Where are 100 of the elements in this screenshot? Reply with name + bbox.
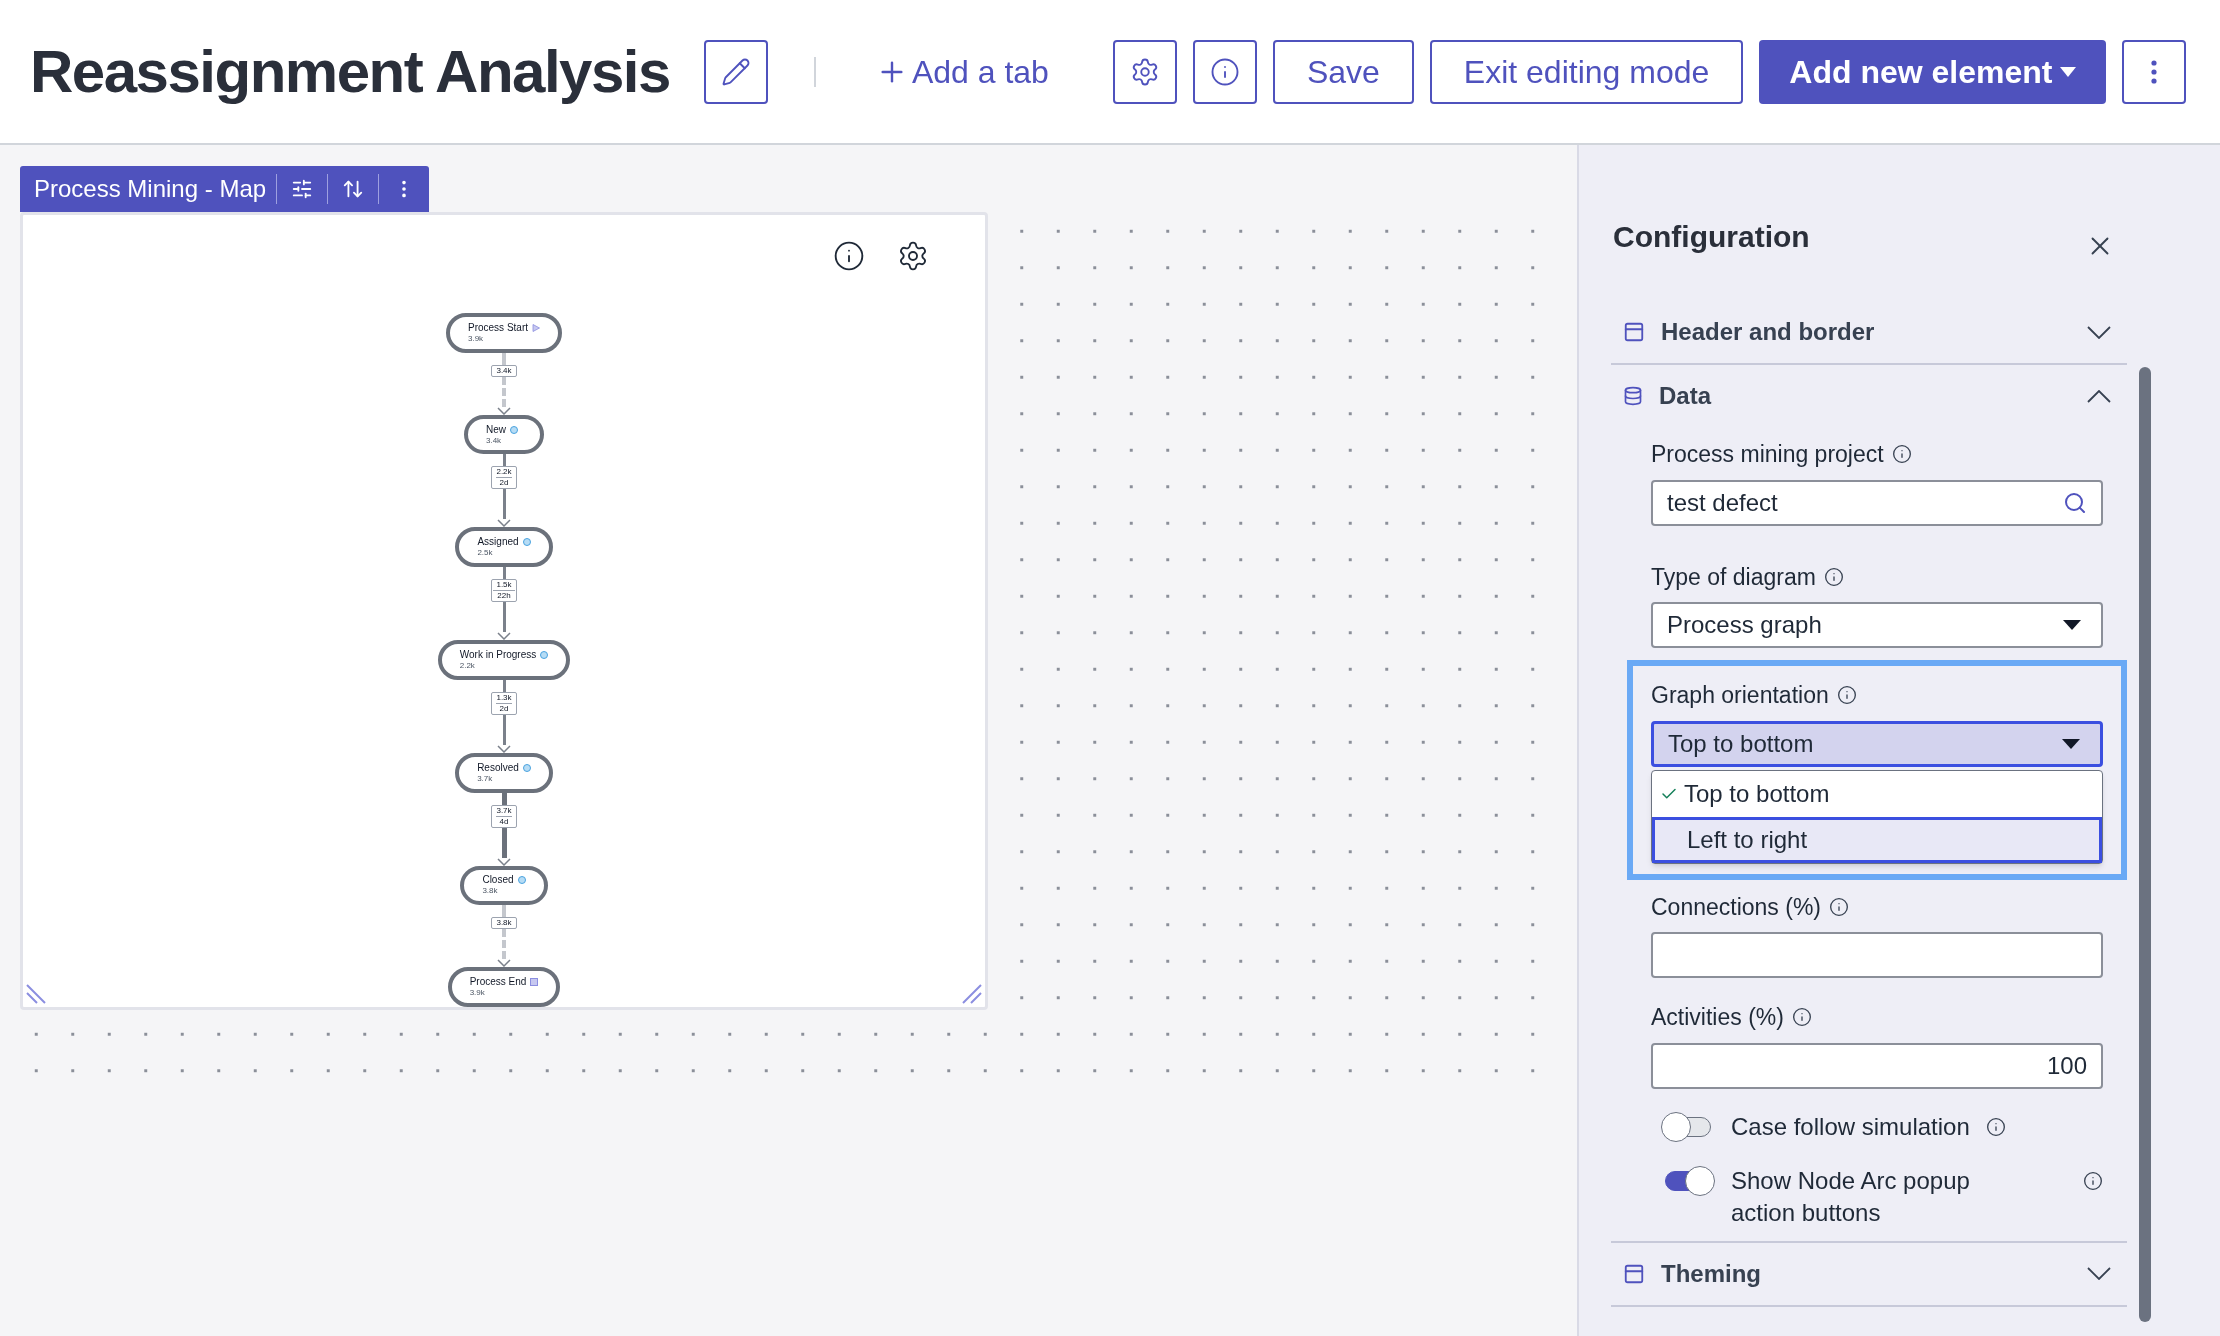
process-node[interactable]: Assigned 2.5k — [455, 527, 553, 568]
add-tab-button[interactable]: Add a tab — [875, 47, 1049, 96]
info-icon — [1209, 56, 1240, 87]
node-label: Process End — [469, 976, 527, 989]
info-icon[interactable] — [1829, 896, 1850, 917]
connector-line — [502, 714, 506, 745]
arrowhead-icon — [497, 632, 511, 641]
node-label: Resolved — [477, 761, 519, 774]
widget-title: Process Mining - Map — [34, 174, 267, 204]
edge-label-text: 2d — [495, 477, 513, 489]
chevron-down-icon — [2087, 1267, 2111, 1280]
field-label: Process mining project — [1651, 440, 1884, 469]
process-node[interactable]: Process Start 3.9k — [446, 313, 562, 353]
arrowhead-icon — [497, 406, 511, 415]
info-icon[interactable] — [833, 240, 865, 272]
edge-label-text: 4d — [495, 815, 513, 827]
info-icon[interactable] — [1985, 1116, 2006, 1137]
node-label: Closed — [482, 874, 514, 887]
edge-label-text: 3.7k — [495, 805, 513, 816]
dropdown-option[interactable]: Top to bottom — [1652, 770, 2102, 817]
resize-vertical-icon[interactable] — [342, 178, 365, 200]
process-node[interactable]: Process End 3.9k — [447, 967, 561, 1008]
edge-label-text: 22h — [493, 590, 515, 602]
info-button[interactable] — [1192, 39, 1257, 104]
diagram-type-select[interactable]: Process graph — [1651, 602, 2103, 648]
accordion-header[interactable]: Theming — [1611, 1242, 2127, 1305]
chevron-up-icon — [2087, 389, 2111, 403]
accordion-header[interactable]: Header and border — [1611, 301, 2127, 363]
chevron-down-icon — [2087, 325, 2111, 339]
settings-icon[interactable] — [897, 240, 929, 272]
caret-down-icon — [2060, 66, 2077, 77]
node-count: 2.2k — [459, 661, 476, 671]
edit-title-button[interactable] — [703, 39, 768, 104]
edge-label[interactable]: 1.5k 22h — [491, 579, 517, 603]
process-node[interactable]: Closed 3.8k — [460, 865, 548, 906]
settings-button[interactable] — [1112, 39, 1177, 104]
info-icon[interactable] — [1823, 566, 1844, 587]
process-node[interactable]: Work in Progress 2.2k — [437, 640, 571, 680]
info-icon[interactable] — [1891, 444, 1912, 465]
node-count: 2.5k — [477, 548, 494, 559]
sliders-icon[interactable] — [291, 178, 314, 200]
arrowhead-icon — [497, 857, 511, 866]
edge-label[interactable]: 1.3k 2d — [491, 691, 517, 715]
connections-input[interactable] — [1651, 932, 2103, 978]
orientation-select[interactable]: Top to bottom — [1651, 720, 2103, 767]
connector-line — [502, 602, 506, 633]
more-icon — [2151, 59, 2158, 84]
search-icon — [2063, 490, 2087, 515]
edge-label[interactable]: 2.2k 2d — [491, 466, 517, 490]
node-count: 3.9k — [468, 333, 485, 344]
edge-label-text: 1.3k — [495, 692, 513, 703]
more-button[interactable] — [2122, 39, 2187, 104]
connector-line — [501, 827, 507, 858]
node-count: 3.7k — [477, 773, 494, 784]
arrowhead-icon — [497, 744, 511, 753]
info-icon[interactable] — [1836, 685, 1857, 706]
process-node[interactable]: Resolved 3.7k — [455, 752, 553, 793]
arrowhead-icon — [497, 519, 511, 528]
dropdown-option[interactable]: Left to right — [1652, 816, 2102, 863]
node-label: New — [486, 423, 506, 436]
play-icon — [532, 323, 540, 332]
info-icon[interactable] — [2083, 1170, 2103, 1191]
info-icon[interactable] — [1791, 1007, 1812, 1028]
node-label: Process Start — [468, 321, 528, 334]
toolbar-button[interactable]: Exit editing mode — [1429, 39, 1744, 104]
node-label: Work in Progress — [459, 649, 537, 661]
scrollbar[interactable] — [2139, 367, 2151, 1322]
node-count: 3.4k — [486, 435, 503, 446]
node-count: 3.8k — [482, 886, 499, 897]
field-label: Graph orientation — [1651, 681, 1829, 710]
node-count: 3.9k — [469, 988, 486, 999]
process-node[interactable]: New 3.4k — [464, 414, 544, 455]
panel-title: Configuration — [1613, 218, 1810, 255]
connector-line — [502, 929, 506, 960]
toolbar-button[interactable]: Save — [1272, 39, 1414, 104]
activities-input[interactable]: 100 — [1651, 1042, 2103, 1089]
caret-down-icon — [2062, 738, 2080, 749]
stop-icon — [530, 978, 539, 987]
field-label: Type of diagram — [1651, 562, 1816, 592]
edge-label[interactable]: 3.7k 4d — [491, 804, 517, 828]
panel-icon — [1623, 321, 1645, 343]
edge-label-text: 2d — [495, 702, 513, 714]
field-label: Connections (%) — [1651, 892, 1822, 922]
option-label: Left to right — [1687, 824, 1808, 855]
add-element-button[interactable]: Add new element — [1759, 39, 2107, 104]
field-label: Activities (%) — [1651, 1003, 1784, 1032]
edge-label[interactable]: 3.4k — [491, 364, 517, 377]
connector-line — [502, 489, 506, 520]
project-search-field[interactable]: test defect — [1651, 479, 2103, 526]
option-label: Top to bottom — [1684, 778, 1830, 809]
edge-label-text: 2.2k — [495, 467, 513, 478]
toggle-label: Show Node Arc popup action buttons — [1731, 1165, 1971, 1228]
toggle-label: Case follow simulation — [1731, 1111, 1970, 1142]
caret-down-icon — [2063, 620, 2081, 630]
accordion-header[interactable]: Data — [1611, 365, 2127, 427]
arrowhead-icon — [497, 959, 511, 968]
database-icon — [1623, 386, 1643, 406]
node-label: Assigned — [477, 536, 519, 549]
edge-label[interactable]: 3.8k — [491, 917, 517, 930]
edge-label-text: 1.5k — [495, 580, 513, 591]
